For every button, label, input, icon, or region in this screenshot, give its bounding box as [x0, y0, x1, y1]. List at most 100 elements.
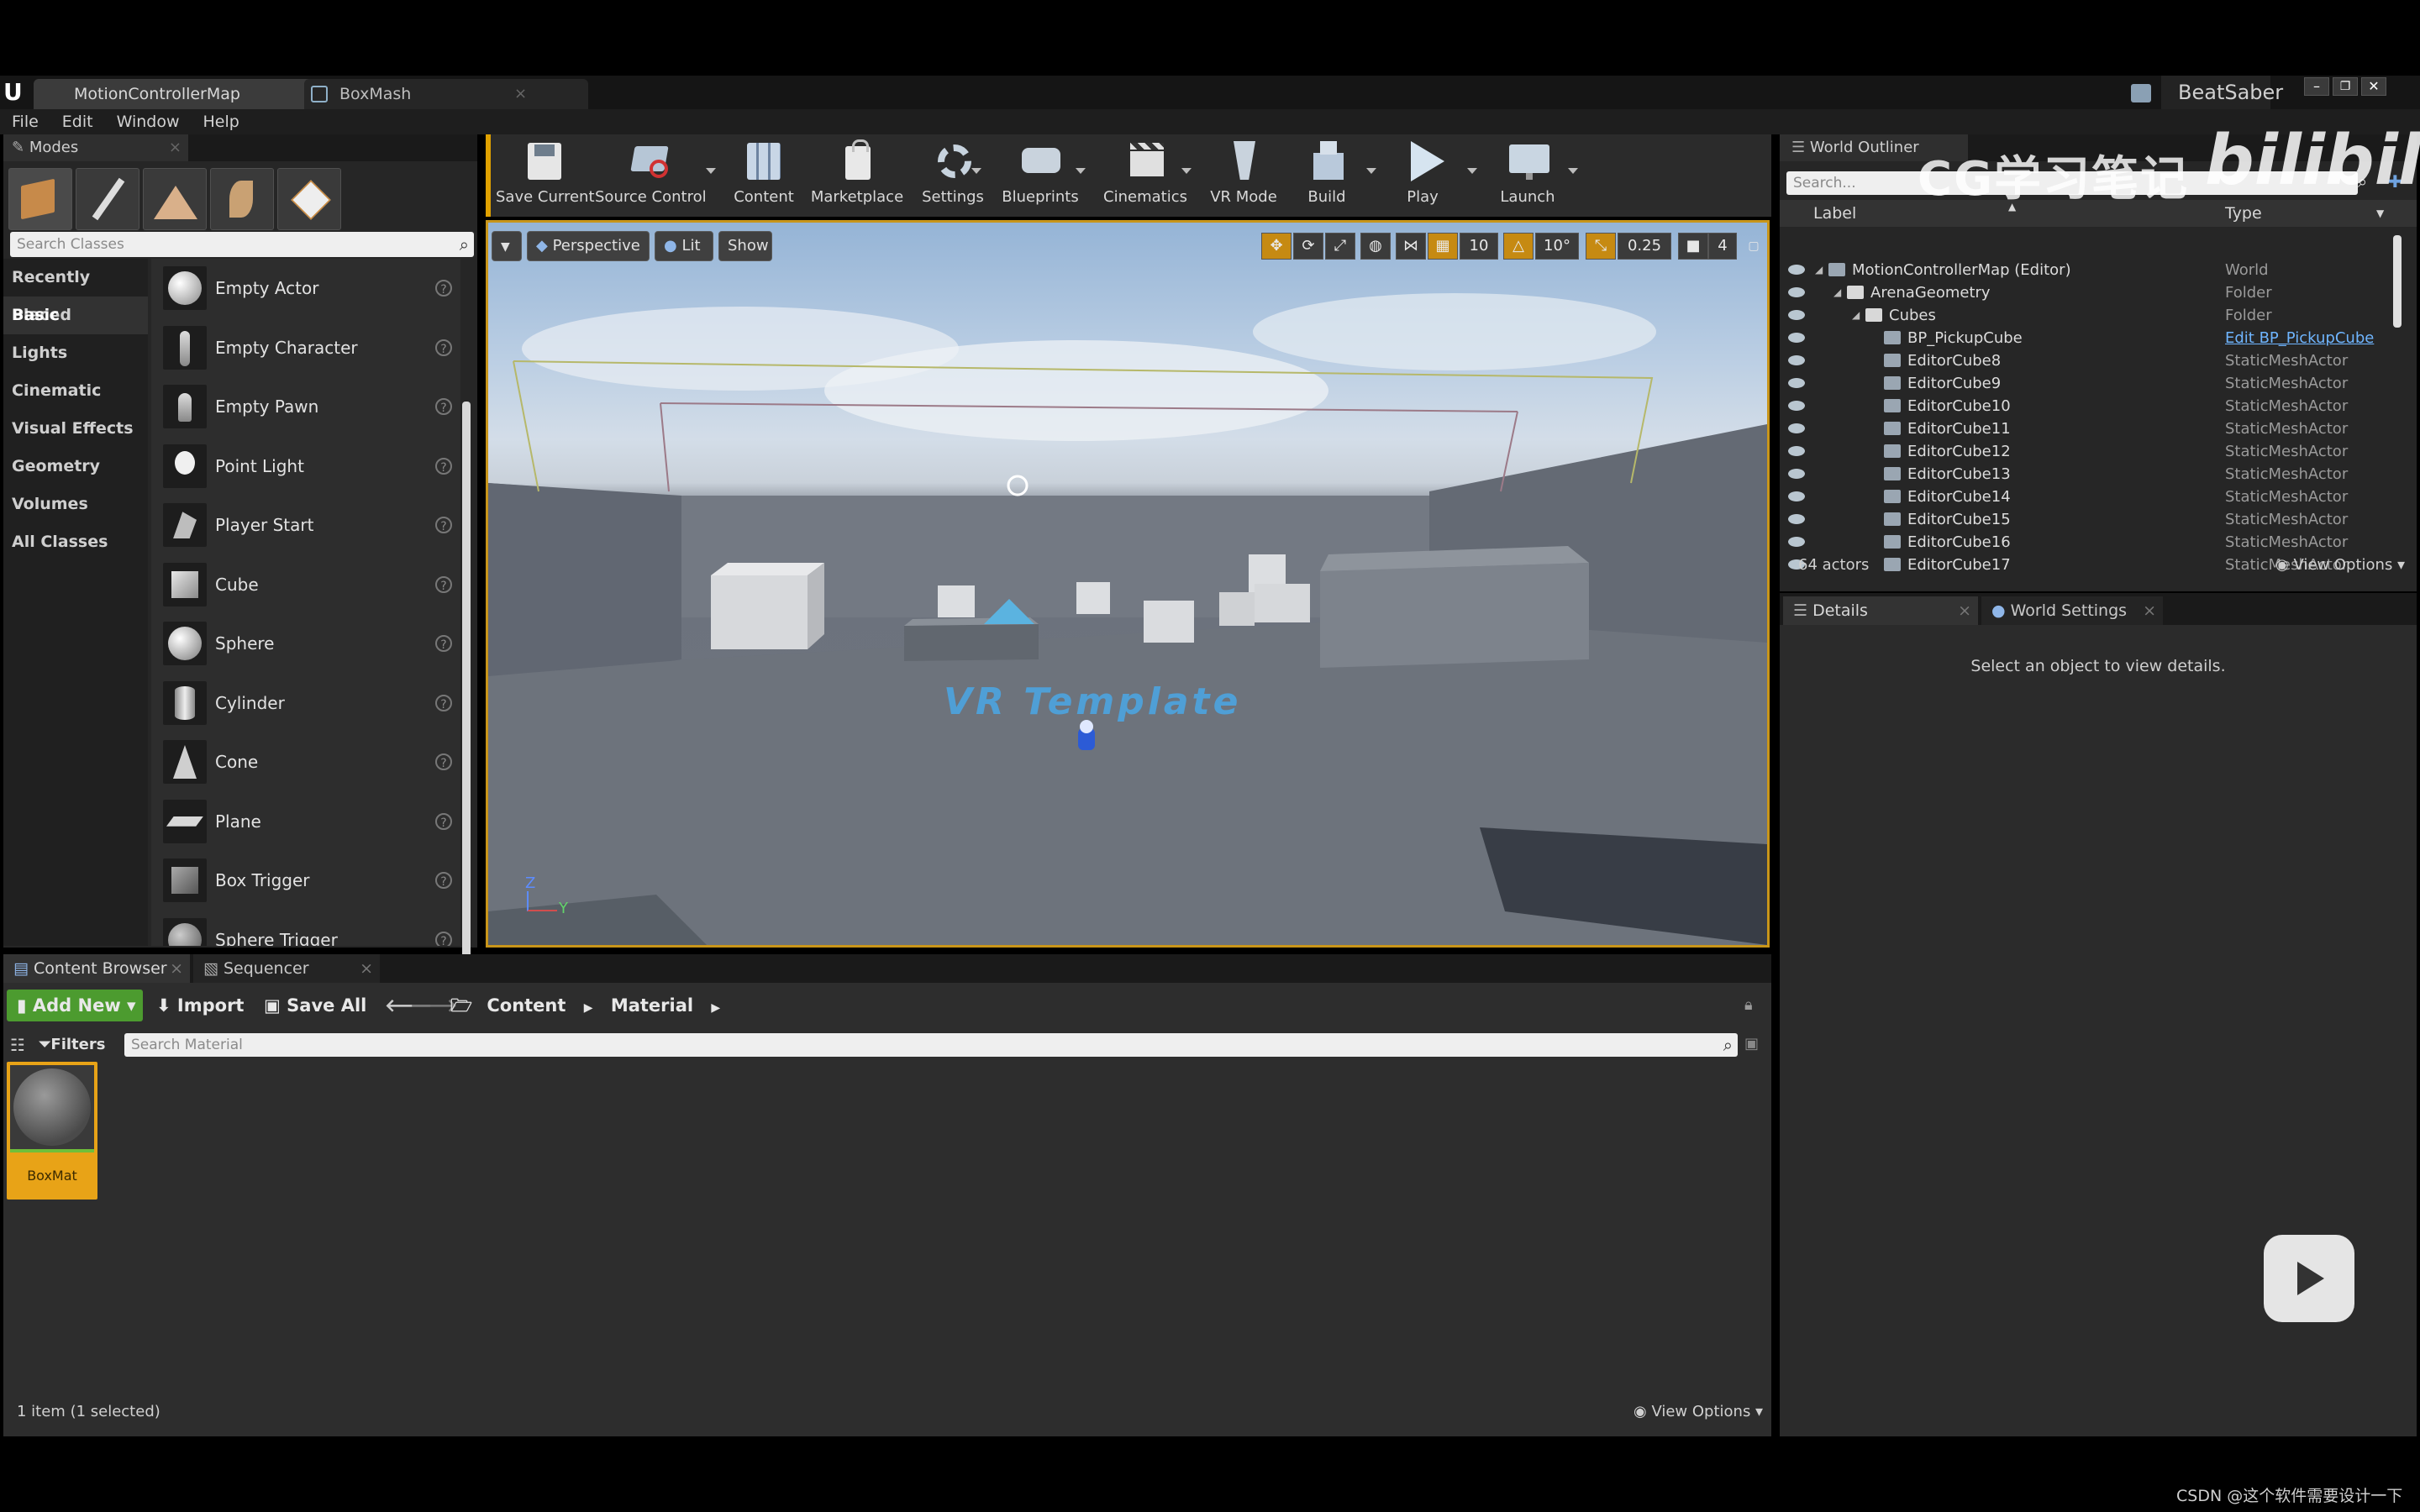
chevron-down-icon[interactable]	[1467, 168, 1477, 174]
visibility-eye-icon[interactable]	[1788, 446, 1805, 456]
category-geometry[interactable]: Geometry	[3, 448, 148, 486]
help-icon[interactable]: ?	[435, 635, 452, 653]
class-item-empty-actor[interactable]: Empty Actor ?	[151, 259, 460, 318]
source-control-status-icon[interactable]	[2131, 84, 2151, 102]
filters-button[interactable]: ⏷Filters ▾	[39, 1033, 114, 1077]
category-all-classes[interactable]: All Classes	[3, 523, 148, 561]
help-icon[interactable]: ?	[435, 280, 452, 297]
lit-button[interactable]: ● Lit	[655, 231, 713, 261]
rotate-tool-button[interactable]: ⟳	[1293, 233, 1323, 260]
close-icon[interactable]: ×	[514, 79, 527, 109]
grid-snap-value[interactable]: 10	[1460, 233, 1498, 260]
outliner-row[interactable]: EditorCube9 StaticMeshActor	[1780, 372, 2402, 395]
tab-boxmash[interactable]: BoxMash ×	[304, 79, 588, 109]
maximize-viewport-button[interactable]: ▢	[1744, 233, 1764, 260]
close-window-button[interactable]: ✕	[2361, 77, 2386, 96]
help-icon[interactable]: ?	[435, 931, 452, 946]
category-lights[interactable]: Lights	[3, 334, 148, 372]
visibility-eye-icon[interactable]	[1788, 514, 1805, 524]
launch-button[interactable]: Launch	[1486, 138, 1570, 213]
view-options-button[interactable]: ◉ View Options ▾	[1634, 1403, 1763, 1420]
outliner-row[interactable]: EditorCube8 StaticMeshActor	[1780, 349, 2402, 372]
class-item-player-start[interactable]: Player Start ?	[151, 496, 460, 555]
landscape-mode-button[interactable]	[143, 168, 207, 230]
tab-motioncontrollermap[interactable]: MotionControllerMap	[34, 79, 341, 109]
save-search-icon[interactable]: ▣	[1744, 1035, 1759, 1053]
close-icon[interactable]: ×	[170, 954, 183, 983]
chevron-right-icon[interactable]: ▶	[584, 1001, 593, 1015]
chevron-down-icon[interactable]	[971, 168, 981, 174]
outliner-row[interactable]: BP_PickupCube Edit BP_PickupCube	[1780, 327, 2402, 349]
rotation-snap-value[interactable]: 10°	[1535, 233, 1579, 260]
category-cinematic[interactable]: Cinematic	[3, 372, 148, 410]
help-icon[interactable]: ?	[435, 457, 452, 475]
geometry-mode-button[interactable]	[277, 168, 341, 230]
outliner-row[interactable]: ◢ Cubes Folder	[1780, 304, 2402, 327]
scale-tool-button[interactable]: ⤢	[1325, 233, 1355, 260]
class-item-sphere-trigger[interactable]: Sphere Trigger ?	[151, 911, 460, 946]
level-viewport[interactable]: VR Template Z Y ▼ ◆ Perspective ● Lit Sh…	[486, 220, 1770, 948]
outliner-row[interactable]: EditorCube15 StaticMeshActor	[1780, 508, 2402, 531]
maximize-button[interactable]: ❐	[2333, 77, 2358, 96]
class-item-empty-character[interactable]: Empty Character ?	[151, 318, 460, 378]
class-item-cone[interactable]: Cone ?	[151, 732, 460, 792]
column-type[interactable]: Type	[2225, 200, 2262, 227]
content-button[interactable]: Content	[724, 138, 803, 213]
video-play-badge[interactable]	[2264, 1235, 2354, 1322]
menu-help[interactable]: Help	[192, 109, 251, 134]
visibility-eye-icon[interactable]	[1788, 423, 1805, 433]
asset-tile-boxmat[interactable]: BoxMat	[7, 1062, 97, 1200]
add-new-button[interactable]: ▮ Add New ▾	[7, 990, 143, 1021]
outliner-row[interactable]: ◢ MotionControllerMap (Editor) World	[1780, 259, 2402, 281]
class-item-sphere[interactable]: Sphere ?	[151, 614, 460, 674]
class-item-cube[interactable]: Cube ?	[151, 555, 460, 615]
close-icon[interactable]: ×	[360, 954, 373, 983]
expand-arrow-icon[interactable]: ◢	[1815, 259, 1823, 281]
chevron-right-icon[interactable]: ▶	[711, 1001, 720, 1015]
class-item-empty-pawn[interactable]: Empty Pawn ?	[151, 377, 460, 437]
blueprints-button[interactable]: Blueprints	[990, 138, 1091, 213]
help-icon[interactable]: ?	[435, 753, 452, 771]
class-item-cylinder[interactable]: Cylinder ?	[151, 674, 460, 733]
viewport-options-button[interactable]: ▼	[492, 231, 522, 261]
modes-tab[interactable]: ✎ Modes ×	[3, 134, 477, 161]
outliner-row[interactable]: EditorCube13 StaticMeshActor	[1780, 463, 2402, 486]
outliner-row[interactable]: EditorCube11 StaticMeshActor	[1780, 417, 2402, 440]
chevron-down-icon[interactable]	[1366, 168, 1376, 174]
visibility-eye-icon[interactable]	[1788, 265, 1805, 275]
expand-arrow-icon[interactable]: ◢	[1833, 281, 1841, 304]
rotation-snap-toggle[interactable]: △	[1503, 233, 1534, 260]
view-options-button[interactable]: ◉ View Options ▾	[2275, 544, 2405, 586]
help-icon[interactable]: ?	[435, 339, 452, 356]
visibility-eye-icon[interactable]	[1788, 469, 1805, 479]
chevron-down-icon[interactable]	[1568, 168, 1578, 174]
details-tab[interactable]: ☰ Details ×	[1783, 596, 1978, 625]
source-control-button[interactable]: Source Control	[595, 138, 707, 213]
import-button[interactable]: ⬇ Import	[156, 990, 244, 1021]
world-settings-tab[interactable]: ● World Settings ×	[1981, 596, 2163, 625]
build-button[interactable]: Build	[1289, 138, 1365, 213]
save-all-button[interactable]: ▣ Save All	[264, 990, 366, 1021]
category-volumes[interactable]: Volumes	[3, 486, 148, 523]
breadcrumb-material[interactable]: Material	[611, 995, 693, 1016]
breadcrumb-content[interactable]: Content	[487, 995, 566, 1016]
help-icon[interactable]: ?	[435, 694, 452, 711]
category-visual-effects[interactable]: Visual Effects	[3, 410, 148, 448]
world-local-toggle[interactable]: ◍	[1360, 233, 1391, 260]
perspective-button[interactable]: ◆ Perspective	[527, 231, 650, 261]
place-mode-button[interactable]	[8, 168, 72, 230]
chevron-down-icon[interactable]: ▼	[2376, 200, 2384, 227]
outliner-row[interactable]: EditorCube12 StaticMeshActor	[1780, 440, 2402, 463]
outliner-row[interactable]: EditorCube14 StaticMeshActor	[1780, 486, 2402, 508]
scale-snap-toggle[interactable]: ⤡	[1586, 233, 1616, 260]
column-label[interactable]: Label	[1813, 200, 1856, 227]
menu-file[interactable]: File	[0, 109, 50, 134]
visibility-eye-icon[interactable]	[1788, 401, 1805, 411]
category-basic[interactable]: Basic	[3, 297, 148, 334]
menu-edit[interactable]: Edit	[50, 109, 105, 134]
paint-mode-button[interactable]	[76, 168, 139, 230]
content-browser-tab[interactable]: ▤ Content Browser ×	[3, 954, 190, 983]
class-item-point-light[interactable]: Point Light ?	[151, 437, 460, 496]
help-icon[interactable]: ?	[435, 872, 452, 890]
close-icon[interactable]: ×	[1958, 596, 1971, 625]
